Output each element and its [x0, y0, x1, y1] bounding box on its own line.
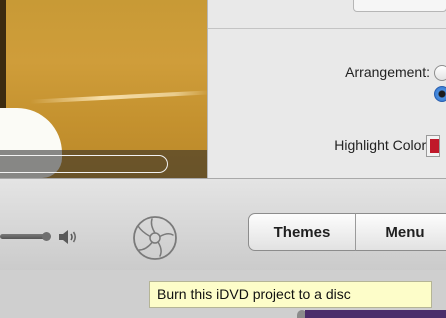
bottom-toolbar: Themes Menu: [0, 178, 446, 270]
volume-slider-track[interactable]: [0, 234, 46, 239]
arrangement-radio-2[interactable]: [434, 86, 446, 102]
tab-menu[interactable]: Menu: [355, 213, 446, 251]
burn-tooltip: Burn this iDVD project to a disc: [149, 281, 432, 308]
volume-slider-knob[interactable]: [42, 232, 51, 241]
highlight-color-swatch: [430, 139, 439, 153]
bottom-purple-strip: [305, 310, 446, 318]
inspector-top-field[interactable]: [353, 0, 446, 12]
tab-themes[interactable]: Themes: [248, 213, 356, 251]
preview-texture-line: [30, 90, 207, 104]
arrangement-label: Arrangement:: [345, 64, 430, 80]
arrangement-radio-1[interactable]: [434, 65, 446, 81]
inspector-panel: Arrangement: Highlight Color:: [207, 0, 446, 178]
preview-scrubber[interactable]: [0, 155, 168, 173]
speaker-volume-icon[interactable]: [57, 228, 79, 246]
highlight-color-well[interactable]: [426, 135, 440, 157]
highlight-color-label: Highlight Color:: [334, 137, 430, 153]
menu-preview: [0, 0, 207, 178]
inspector-divider: [208, 28, 446, 29]
burn-disc-icon[interactable]: [128, 212, 182, 264]
